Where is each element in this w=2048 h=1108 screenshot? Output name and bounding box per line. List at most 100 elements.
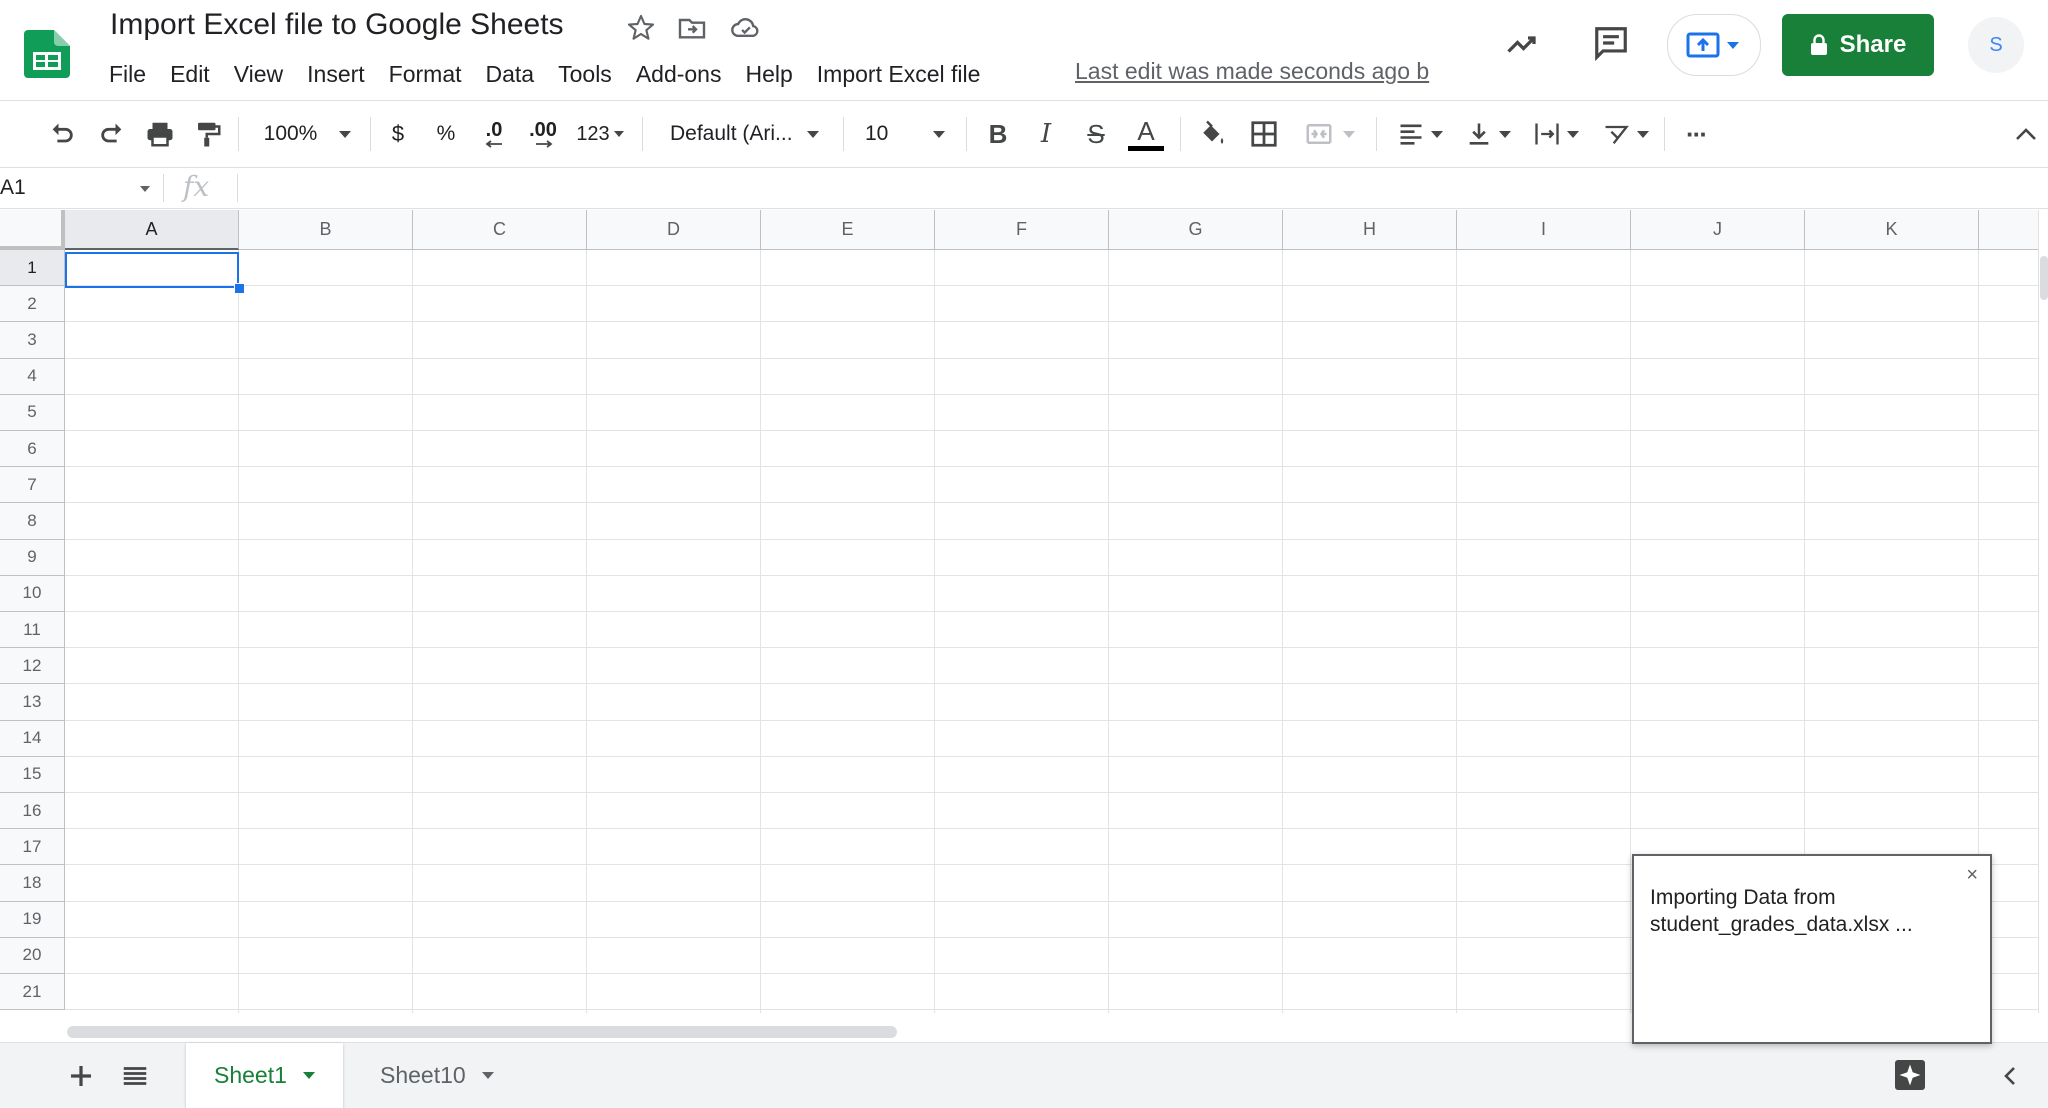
sheet-tab-sheet10[interactable]: Sheet10 — [352, 1043, 522, 1108]
doc-title[interactable]: Import Excel file to Google Sheets — [110, 8, 564, 42]
vertical-scroll-thumb[interactable] — [2040, 256, 2048, 300]
font-family-select[interactable]: Default (Ari... — [660, 101, 830, 167]
menu-view[interactable]: View — [222, 56, 295, 92]
row-header-11[interactable]: 11 — [0, 612, 65, 649]
row-header-15[interactable]: 15 — [0, 756, 65, 793]
row-header-1[interactable]: 1 — [0, 250, 65, 287]
add-sheet-icon[interactable] — [66, 1061, 96, 1091]
row-header-8[interactable]: 8 — [0, 503, 65, 540]
decrease-decimal-button[interactable]: .0 — [476, 101, 512, 167]
row-header-17[interactable]: 17 — [0, 829, 65, 866]
sheets-logo-icon[interactable] — [24, 30, 70, 78]
more-options-button[interactable]: ··· — [1676, 101, 1716, 167]
row-header-20[interactable]: 20 — [0, 937, 65, 974]
activity-trend-icon[interactable] — [1502, 26, 1542, 62]
more-formats-button[interactable]: 123 — [572, 101, 628, 167]
zoom-select[interactable]: 100% — [255, 101, 360, 167]
format-currency-button[interactable]: $ — [382, 101, 414, 167]
column-header-h[interactable]: H — [1283, 210, 1457, 250]
column-header-b[interactable]: B — [239, 210, 413, 250]
borders-icon[interactable] — [1244, 101, 1284, 167]
menu-data[interactable]: Data — [474, 56, 547, 92]
undo-icon[interactable] — [42, 101, 82, 167]
column-header-j[interactable]: J — [1631, 210, 1805, 250]
menu-import-excel-file[interactable]: Import Excel file — [805, 56, 993, 92]
vertical-scrollbar[interactable] — [2038, 210, 2048, 1013]
text-wrapping-button[interactable] — [1526, 101, 1586, 167]
menu-tools[interactable]: Tools — [546, 56, 624, 92]
row-header-5[interactable]: 5 — [0, 394, 65, 431]
present-button[interactable] — [1667, 14, 1761, 76]
row-header-6[interactable]: 6 — [0, 431, 65, 468]
paint-format-icon[interactable] — [188, 101, 228, 167]
selected-cell-a1[interactable] — [65, 252, 239, 288]
account-avatar[interactable]: S — [1968, 17, 2024, 73]
menu-addons[interactable]: Add-ons — [624, 56, 734, 92]
explore-icon[interactable] — [1892, 1057, 1928, 1093]
chevron-down-icon[interactable] — [302, 1072, 315, 1079]
select-all-corner[interactable] — [0, 210, 65, 250]
menu-insert[interactable]: Insert — [295, 56, 377, 92]
merge-cells-button[interactable] — [1294, 101, 1364, 167]
horizontal-align-button[interactable] — [1390, 101, 1450, 167]
all-sheets-icon[interactable] — [120, 1061, 150, 1091]
font-size-select[interactable]: 10 — [855, 101, 955, 167]
grid-row-line — [65, 719, 2038, 721]
vertical-align-button[interactable] — [1458, 101, 1518, 167]
strikethrough-button[interactable]: S — [1078, 101, 1114, 167]
text-rotation-button[interactable] — [1594, 101, 1656, 167]
column-header-d[interactable]: D — [587, 210, 761, 250]
comment-history-icon[interactable] — [1592, 24, 1630, 62]
row-header-19[interactable]: 19 — [0, 901, 65, 938]
column-header-i[interactable]: I — [1457, 210, 1631, 250]
row-header-13[interactable]: 13 — [0, 684, 65, 721]
last-edit-link[interactable]: Last edit was made seconds ago b — [1075, 58, 1429, 85]
column-header-partial[interactable] — [1979, 210, 2038, 250]
row-header-12[interactable]: 12 — [0, 648, 65, 685]
column-header-a[interactable]: A — [65, 210, 239, 250]
cloud-status-icon[interactable] — [729, 12, 761, 44]
chevron-down-icon[interactable] — [481, 1072, 494, 1079]
share-button[interactable]: Share — [1782, 14, 1934, 76]
row-header-4[interactable]: 4 — [0, 358, 65, 395]
row-header-7[interactable]: 7 — [0, 467, 65, 504]
row-header-21[interactable]: 21 — [0, 974, 65, 1011]
star-icon[interactable] — [625, 12, 657, 44]
row-header-18[interactable]: 18 — [0, 865, 65, 902]
side-panel-toggle-icon[interactable] — [2000, 1065, 2020, 1087]
row-header-3[interactable]: 3 — [0, 322, 65, 359]
row-header-10[interactable]: 10 — [0, 575, 65, 612]
horizontal-scroll-thumb[interactable] — [67, 1026, 897, 1038]
more-options-label: ··· — [1686, 118, 1708, 149]
row-header-9[interactable]: 9 — [0, 539, 65, 576]
text-color-button[interactable]: A — [1126, 101, 1166, 167]
print-icon[interactable] — [140, 101, 180, 167]
grid-column-line — [1456, 250, 1457, 1013]
menu-format[interactable]: Format — [377, 56, 474, 92]
column-header-c[interactable]: C — [413, 210, 587, 250]
format-percent-button[interactable]: % — [430, 101, 462, 167]
column-header-e[interactable]: E — [761, 210, 935, 250]
column-header-k[interactable]: K — [1805, 210, 1979, 250]
row-header-14[interactable]: 14 — [0, 720, 65, 757]
fill-handle[interactable] — [234, 283, 245, 294]
name-box[interactable]: A1 — [0, 168, 160, 208]
column-header-f[interactable]: F — [935, 210, 1109, 250]
increase-decimal-button[interactable]: .00 — [522, 101, 564, 167]
collapse-toolbar-icon[interactable] — [2008, 101, 2044, 167]
sheet-tab-sheet1[interactable]: Sheet1 — [186, 1043, 343, 1108]
fill-color-icon[interactable] — [1192, 101, 1232, 167]
bold-button[interactable]: B — [980, 101, 1016, 167]
menu-edit[interactable]: Edit — [158, 56, 222, 92]
decrease-decimal-label: .0 — [485, 119, 503, 141]
row-header-2[interactable]: 2 — [0, 286, 65, 323]
grid-row-line — [65, 285, 2038, 287]
move-folder-icon[interactable] — [676, 12, 708, 44]
column-header-g[interactable]: G — [1109, 210, 1283, 250]
redo-icon[interactable] — [92, 101, 132, 167]
menu-help[interactable]: Help — [733, 56, 804, 92]
menu-file[interactable]: File — [97, 56, 158, 92]
italic-button[interactable]: I — [1028, 101, 1064, 167]
row-header-16[interactable]: 16 — [0, 793, 65, 830]
formula-input[interactable] — [250, 168, 2030, 208]
